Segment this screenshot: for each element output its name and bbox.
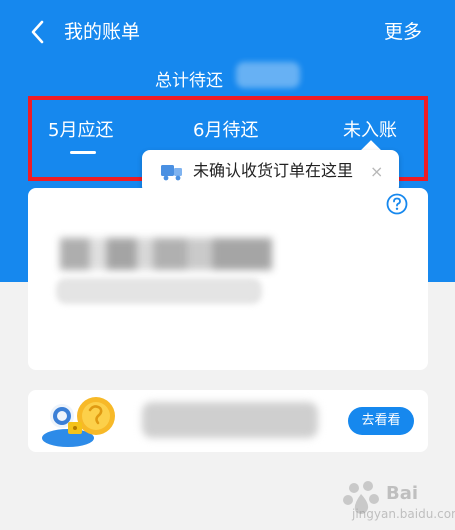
tooltip-text: 未确认收货订单在这里: [193, 161, 354, 180]
more-button[interactable]: 更多: [384, 18, 422, 46]
go-see-button[interactable]: 去看看: [348, 407, 414, 435]
watermark-text: Bai: [386, 483, 419, 504]
help-icon[interactable]: [386, 193, 408, 215]
tab-june-pending[interactable]: 6月待还: [193, 118, 258, 144]
active-tab-indicator: [70, 151, 96, 154]
coin-mascot-icon: [40, 392, 120, 450]
watermark-url: jingyan.baidu.com: [352, 507, 455, 521]
tooltip-close-icon[interactable]: ×: [370, 162, 383, 182]
bill-detail-redacted: [56, 278, 262, 304]
total-due-amount-redacted: [236, 62, 300, 88]
bill-amount-redacted: [60, 238, 272, 270]
tab-may-due[interactable]: 5月应还: [48, 118, 113, 144]
page-title: 我的账单: [64, 21, 141, 43]
back-icon[interactable]: [26, 18, 48, 46]
promo-text-redacted: [142, 402, 318, 438]
total-due-label: 总计待还: [155, 71, 223, 91]
navigation-bar: 我的账单 更多: [0, 0, 455, 64]
truck-icon: [160, 163, 186, 181]
